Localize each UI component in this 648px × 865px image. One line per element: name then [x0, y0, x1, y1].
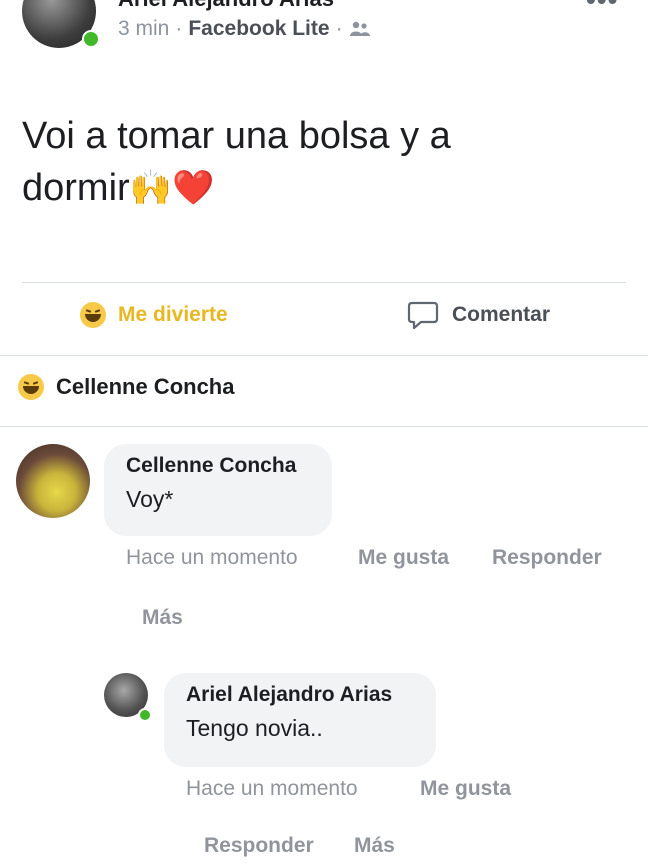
- post-text-line-2: dormir 🙌 ❤️: [22, 162, 622, 214]
- comment-more-button[interactable]: Más: [142, 606, 183, 630]
- react-button[interactable]: Me divierte: [80, 302, 228, 328]
- post-text: Voi a tomar una bolsa y a dormir 🙌 ❤️: [22, 110, 622, 214]
- reply-time: Hace un momento: [186, 777, 358, 800]
- comment-bubble: Cellenne Concha Voy*: [104, 444, 332, 536]
- comment-reply-button[interactable]: Responder: [492, 546, 602, 570]
- reply-more-button[interactable]: Más: [354, 834, 395, 858]
- comment-label: Comentar: [452, 303, 551, 326]
- haha-icon: [80, 302, 106, 328]
- reply-online-indicator: [138, 708, 152, 722]
- comment-time: Hace un momento: [126, 546, 298, 569]
- reactor-name: Cellenne Concha: [56, 374, 235, 399]
- reply-text: Tengo novia..: [186, 715, 323, 741]
- reply-like-button[interactable]: Me gusta: [420, 777, 511, 801]
- post-text-line-1: Voi a tomar una bolsa y a: [22, 115, 451, 157]
- reply-reply-button[interactable]: Responder: [204, 834, 314, 858]
- author-name[interactable]: Ariel Alejandro Arias: [118, 0, 334, 12]
- post-app: Facebook Lite: [188, 17, 330, 40]
- react-label: Me divierte: [118, 303, 228, 326]
- meta-separator-2: ·: [335, 17, 343, 40]
- actions-divider: [0, 355, 648, 356]
- reactors-summary[interactable]: Cellenne Concha: [18, 374, 234, 400]
- commenter-avatar[interactable]: [16, 444, 90, 518]
- red-heart-emoji: ❤️: [172, 169, 215, 207]
- reactors-divider: [0, 426, 648, 427]
- reply-bubble: Ariel Alejandro Arias Tengo novia..: [164, 673, 436, 767]
- comment-button[interactable]: Comentar: [406, 300, 550, 330]
- post-text-dormir: dormir: [22, 167, 130, 209]
- online-indicator: [82, 30, 100, 48]
- more-options-icon[interactable]: •••: [586, 0, 618, 16]
- comment-like-button[interactable]: Me gusta: [358, 546, 449, 570]
- meta-separator: ·: [175, 17, 183, 40]
- comment-text: Voy*: [126, 486, 174, 512]
- post-time[interactable]: 3 min: [118, 17, 169, 41]
- comment-icon: [407, 301, 439, 330]
- friends-icon: [349, 21, 370, 36]
- haha-reaction-icon: [18, 374, 44, 400]
- raising-hands-emoji: 🙌: [129, 169, 173, 207]
- comment-author[interactable]: Cellenne Concha: [126, 454, 310, 478]
- reply-author[interactable]: Ariel Alejandro Arias: [186, 683, 414, 707]
- post-divider: [22, 282, 626, 283]
- post-meta: 3 min · Facebook Lite ·: [118, 17, 371, 41]
